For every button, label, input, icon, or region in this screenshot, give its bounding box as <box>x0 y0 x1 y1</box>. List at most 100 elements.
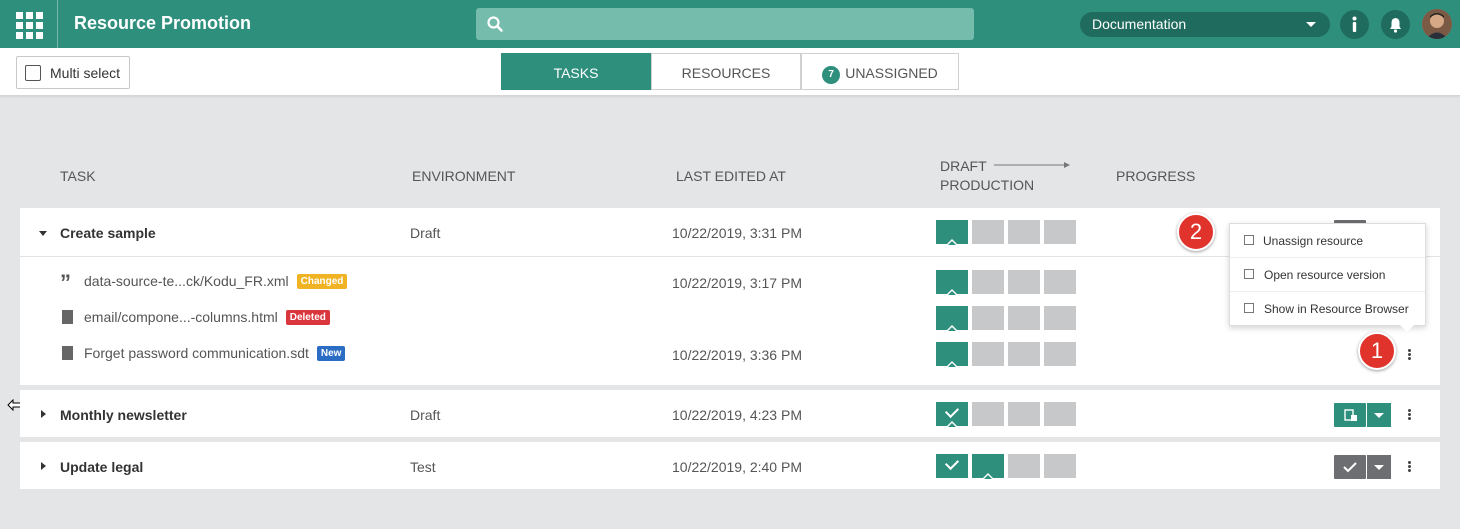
external-link-icon <box>1244 303 1254 313</box>
bell-icon <box>1390 18 1401 33</box>
task-name[interactable]: Create sample <box>60 225 156 241</box>
progress-step-draft <box>936 342 968 367</box>
context-menu: Unassign resource Open resource version … <box>1229 223 1426 326</box>
menu-item-label: Show in Resource Browser <box>1264 302 1409 316</box>
progress-step <box>1044 342 1076 366</box>
search-icon <box>487 16 503 32</box>
environment-select-value: Documentation <box>1092 16 1187 32</box>
progress-step <box>1044 220 1076 244</box>
app-title: Resource Promotion <box>74 13 252 33</box>
progress-step <box>1044 402 1076 426</box>
progress-step <box>1008 220 1040 244</box>
column-header-last-edited: LAST EDITED AT <box>676 168 786 184</box>
divider <box>20 256 1440 257</box>
menu-pointer <box>1400 325 1414 332</box>
progress-step <box>1044 306 1076 330</box>
status-badge-changed: Changed <box>296 274 348 289</box>
progress-step <box>972 220 1004 244</box>
task-environment: Draft <box>410 407 441 423</box>
progress-step <box>972 306 1004 330</box>
collapse-caret-icon[interactable] <box>39 231 47 236</box>
info-button[interactable] <box>1340 10 1369 39</box>
progress-step <box>972 342 1004 366</box>
unassign-icon <box>1244 235 1254 245</box>
file-icon <box>62 310 73 324</box>
tab-resources-label: RESOURCES <box>681 65 771 81</box>
progress-step <box>1008 402 1040 426</box>
checkbox-icon <box>25 65 41 81</box>
expand-caret-icon[interactable] <box>41 462 46 470</box>
column-header-task: TASK <box>60 168 96 184</box>
progress-step-draft <box>936 220 968 245</box>
app-launcher-icon[interactable] <box>0 0 58 48</box>
menu-item-open-resource-version[interactable]: Open resource version <box>1230 258 1425 292</box>
tab-resources[interactable]: RESOURCES <box>651 53 801 90</box>
progress-step <box>1044 454 1076 478</box>
arrow-right-icon <box>994 162 1070 168</box>
column-header-progress: PROGRESS <box>1116 168 1196 184</box>
approve-button[interactable] <box>1334 455 1366 479</box>
menu-item-unassign-resource[interactable]: Unassign resource <box>1230 224 1425 258</box>
progress-step <box>1044 270 1076 294</box>
promote-button[interactable] <box>1334 403 1366 427</box>
avatar[interactable] <box>1422 9 1452 39</box>
more-options-icon[interactable] <box>1408 461 1411 464</box>
progress-step-test <box>972 454 1004 479</box>
multi-select-label: Multi select <box>50 65 121 81</box>
more-options-icon[interactable] <box>1408 349 1411 352</box>
environment-select[interactable]: Documentation <box>1080 12 1330 37</box>
column-header-production: PRODUCTION <box>940 177 1035 193</box>
task-last-edited: 10/22/2019, 2:40 PM <box>672 459 802 475</box>
resource-row[interactable]: Forget password communication.sdt New <box>84 345 346 361</box>
callout-marker-2: 2 <box>1177 213 1215 251</box>
resource-last-edited: 10/22/2019, 3:17 PM <box>672 275 802 291</box>
task-environment: Draft <box>410 225 441 241</box>
progress-step <box>1008 342 1040 366</box>
tab-unassigned[interactable]: 7 UNASSIGNED <box>801 53 959 90</box>
file-icon <box>62 346 73 360</box>
search-input[interactable] <box>476 8 974 40</box>
task-last-edited: 10/22/2019, 4:23 PM <box>672 407 802 423</box>
promote-icon <box>1344 409 1357 421</box>
progress-step <box>972 270 1004 294</box>
approve-dropdown-button[interactable] <box>1367 455 1391 479</box>
expand-caret-icon[interactable] <box>41 410 46 418</box>
progress-step <box>1008 270 1040 294</box>
column-header-environment: ENVIRONMENT <box>412 168 516 184</box>
promote-dropdown-button[interactable] <box>1367 403 1391 427</box>
task-environment: Test <box>410 459 436 475</box>
resource-row[interactable]: email/compone...-columns.html Deleted <box>84 309 330 325</box>
tab-tasks[interactable]: TASKS <box>501 53 651 90</box>
resource-name: email/compone...-columns.html <box>84 309 278 325</box>
multi-select-button[interactable]: Multi select <box>16 56 130 89</box>
task-last-edited: 10/22/2019, 3:31 PM <box>672 225 802 241</box>
progress-step-draft <box>936 454 968 478</box>
open-version-icon <box>1244 269 1254 279</box>
menu-item-label: Unassign resource <box>1263 234 1364 248</box>
progress-step-draft <box>936 270 968 295</box>
resource-last-edited: 10/22/2019, 3:36 PM <box>672 347 802 363</box>
task-name[interactable]: Update legal <box>60 459 143 475</box>
progress-step-draft <box>936 306 968 331</box>
notifications-button[interactable] <box>1381 10 1410 39</box>
resource-row[interactable]: data-source-te...ck/Kodu_FR.xml Changed <box>84 273 348 289</box>
progress-step-draft <box>936 402 968 427</box>
progress-step <box>1008 454 1040 478</box>
callout-marker-1: 1 <box>1358 332 1396 370</box>
user-avatar-icon <box>1422 9 1452 39</box>
resource-name: data-source-te...ck/Kodu_FR.xml <box>84 273 289 289</box>
menu-item-label: Open resource version <box>1264 268 1386 282</box>
top-bar: Resource Promotion Documentation <box>0 0 1460 48</box>
menu-item-show-in-resource-browser[interactable]: Show in Resource Browser <box>1230 292 1425 326</box>
resource-name: Forget password communication.sdt <box>84 345 309 361</box>
tab-tasks-label: TASKS <box>553 65 599 81</box>
progress-step <box>1008 306 1040 330</box>
task-name[interactable]: Monthly newsletter <box>60 407 187 423</box>
chevron-down-icon <box>1306 22 1316 27</box>
check-icon <box>1343 462 1357 473</box>
status-badge-deleted: Deleted <box>285 310 330 325</box>
unassigned-count-badge: 7 <box>822 66 841 84</box>
more-options-icon[interactable] <box>1408 409 1411 412</box>
progress-step <box>972 402 1004 426</box>
toolbar: Multi select TASKS RESOURCES 7 UNASSIGNED <box>0 48 1460 96</box>
